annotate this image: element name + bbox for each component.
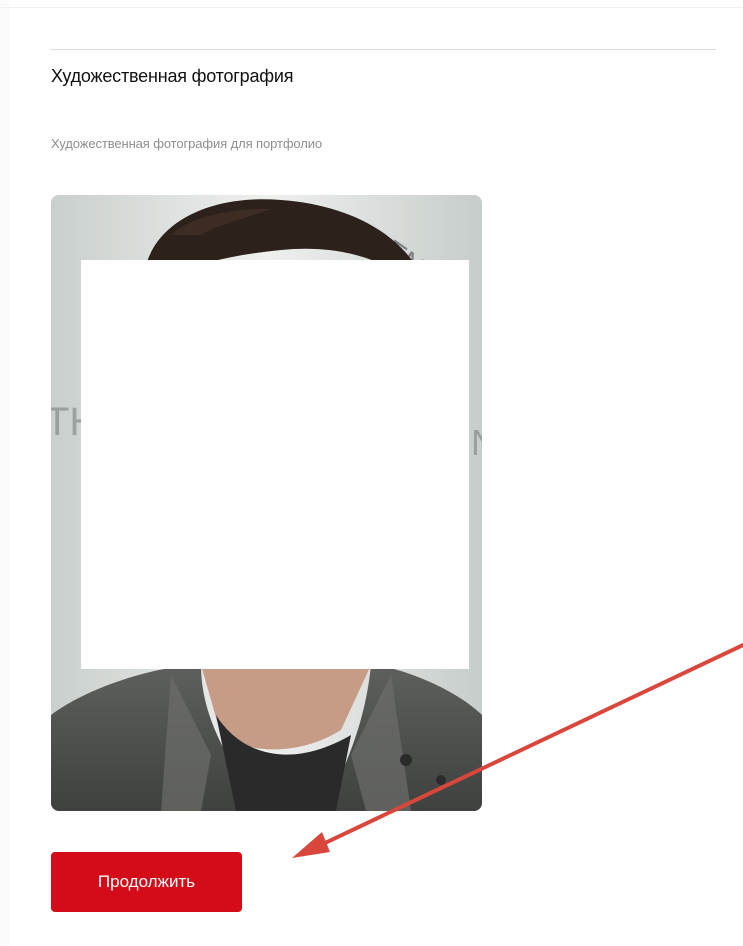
svg-text:N: N xyxy=(471,422,482,463)
left-edge-strip xyxy=(0,0,9,946)
portfolio-photo[interactable]: TH N EN xyxy=(51,195,482,811)
section-divider xyxy=(50,49,716,50)
section-description: Художественная фотография для портфолио xyxy=(51,136,323,151)
section-title: Художественная фотография xyxy=(51,66,294,86)
face-redaction-overlay xyxy=(81,260,469,669)
top-divider xyxy=(0,7,743,8)
page: Художественная фотография Художественная… xyxy=(0,0,743,946)
continue-button[interactable]: Продолжить xyxy=(51,852,242,912)
